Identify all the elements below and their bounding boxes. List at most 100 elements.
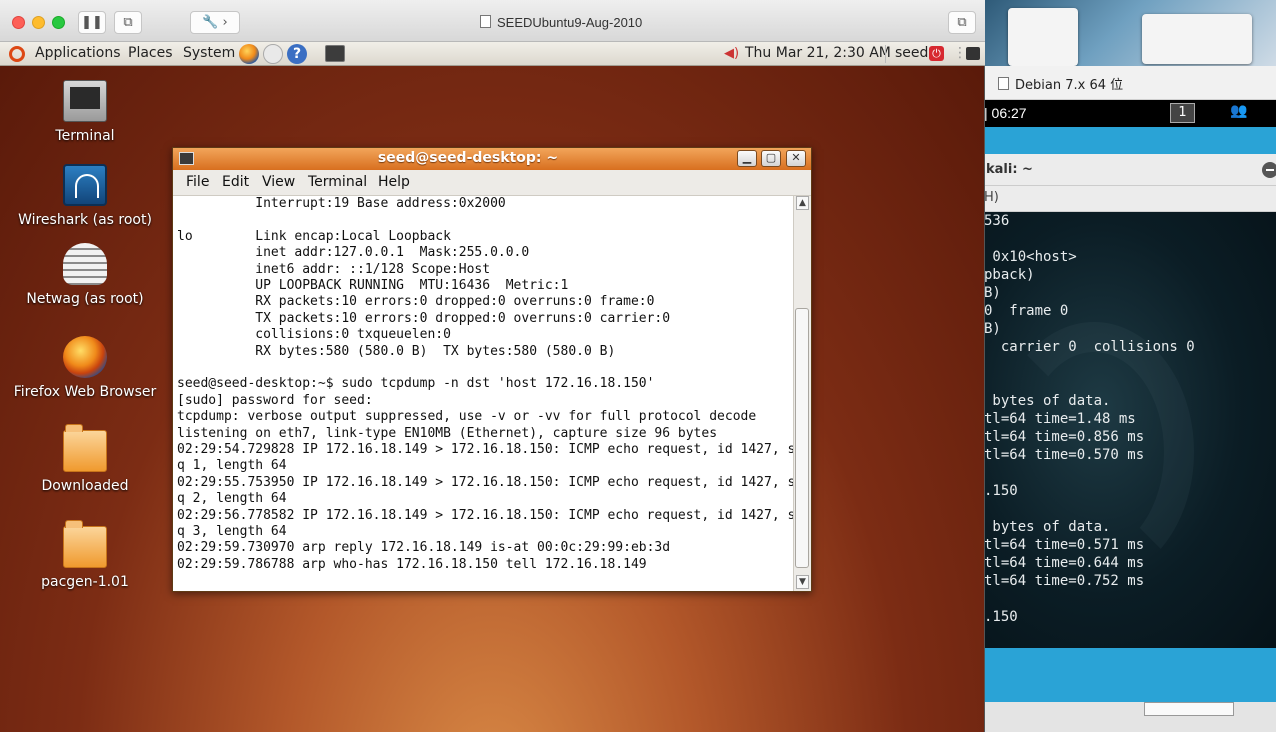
firefox-icon[interactable] [239,44,259,64]
view-menu[interactable]: View [262,174,295,190]
desktop-icon-label: pacgen-1.01 [41,574,129,590]
desktop-icon-label: Wireshark (as root) [18,212,152,228]
kali-top-panel: | 06:27 1 👥 [984,100,1276,127]
terminal-line: UP LOOPBACK RUNNING MTU:16436 Metric:1 [177,278,569,293]
kali-terminal-line: .150 [984,483,1018,499]
volume-icon[interactable]: ◀) [724,46,739,61]
scroll-down-icon[interactable]: ▼ [796,575,809,589]
clock[interactable]: Thu Mar 21, 2:30 AM [745,45,891,61]
terminal-line: RX bytes:580 (580.0 B) TX bytes:580 (580… [177,343,616,359]
terminal-window[interactable]: seed@seed-desktop: ~ ▁ ▢ ✕ File Edit Vie… [172,147,812,592]
mail-icon[interactable] [263,44,283,64]
kali-terminal-line: tl=64 time=0.570 ms [984,447,1145,463]
kali-desktop-bottom [984,648,1276,702]
kali-desktop-strip [984,127,1276,154]
system-menu[interactable]: System [183,45,235,61]
kali-terminal-output[interactable]: 536 0x10<host> pback) B) 0 frame 0 B) carrie… [984,212,1276,648]
gnome-top-panel: Applications Places System ? ◀) Thu Mar … [0,42,985,66]
applications-menu[interactable]: Applications [35,45,121,61]
terminal-line: 02:29:59.730970 arp reply 172.16.18.149 … [177,540,671,556]
network-icon[interactable] [966,47,980,60]
settings-icon[interactable]: 🔧 › [190,11,240,34]
debian-statusbar [984,702,1276,732]
kali-terminal-line: tl=64 time=0.752 ms [984,573,1145,589]
terminal-icon[interactable] [325,45,345,62]
kali-terminal-line: 0 frame 0 [984,303,1069,319]
help-menu[interactable]: Help [378,174,410,190]
terminal-line: inet addr:127.0.0.1 Mask:255.0.0.0 [177,245,530,261]
scroll-up-icon[interactable]: ▲ [796,196,809,210]
terminal-line: q 2, length 64 [177,491,287,507]
zoom-window-button[interactable] [52,16,65,29]
terminal-output[interactable]: Interrupt:19 Base address:0x2000 lo Link … [173,196,793,591]
maximize-icon[interactable]: ▢ [761,150,781,167]
desktop-icon-firefox[interactable]: Firefox Web Browser [0,336,170,400]
terminal-line: RX packets:10 errors:0 dropped:0 overrun… [177,294,655,310]
kali-terminal-line: B) [984,321,1001,337]
restore-icon[interactable]: ⧉ [948,11,976,34]
seedubuntu-vm-window: ❚❚ ⧉ 🔧 › SEEDUbuntu9-Aug-2010 ⧉ Applicat… [0,0,985,732]
scrollbar-thumb[interactable] [795,308,809,568]
status-item [1144,702,1234,716]
vm-title: SEEDUbuntu9-Aug-2010 [480,15,642,30]
file-menu[interactable]: File [186,174,209,190]
kali-terminal-line: carrier 0 collisions 0 [984,339,1195,355]
pause-icon[interactable]: ❚❚ [78,11,106,34]
desktop-icon-wireshark[interactable]: Wireshark (as root) [0,164,170,228]
ubuntu-logo-icon[interactable] [9,46,25,62]
kali-terminal-line: pback) [984,267,1035,283]
terminal-line: Interrupt:19 Base address:0x2000 [177,196,506,211]
terminal-line: 02:29:56.778582 IP 172.16.18.149 > 172.1… [177,507,793,523]
places-menu[interactable]: Places [128,45,173,61]
folder-icon [63,424,107,472]
terminal-line: 02:29:55.753950 IP 172.16.18.149 > 172.1… [177,474,793,490]
terminal-menubar: File Edit View Terminal Help [173,170,811,196]
desktop-icon-label: Downloaded [41,478,129,494]
terminal-scrollbar[interactable]: ▲ ▼ [793,196,811,591]
power-icon[interactable]: ⏻ [929,46,944,61]
kali-terminal-line: B) [984,285,1001,301]
snapshot-icon[interactable]: ⧉ [114,11,142,34]
terminal-line: 02:29:59.786788 arp who-has 172.16.18.15… [177,556,647,572]
terminal-line: lo Link encap:Local Loopback [177,228,451,244]
wireshark-icon [63,164,107,206]
kali-terminal-line: tl=64 time=0.856 ms [984,429,1145,445]
terminal-line: tcpdump: verbose output suppressed, use … [177,409,757,425]
terminal-line: [sudo] password for seed: [177,392,373,408]
users-icon[interactable]: 👥 [1230,103,1247,119]
terminal-menu[interactable]: Terminal [308,174,367,190]
netwag-icon [63,243,107,285]
close-window-button[interactable] [12,16,25,29]
desktop-icon-netwag[interactable]: Netwag (as root) [0,243,170,307]
kali-terminal-line: 0x10<host> [984,249,1077,265]
desktop-icon-downloaded[interactable]: Downloaded [0,424,170,494]
kali-help-menu-fragment[interactable]: H) [984,190,999,205]
kali-terminal-menubar[interactable]: H) [984,186,1276,212]
kali-terminal-line: bytes of data. [984,519,1111,535]
desktop-icon-terminal[interactable]: Terminal [0,80,170,144]
desktop-icon-pacgen[interactable]: pacgen-1.01 [0,520,170,590]
edit-menu[interactable]: Edit [222,174,249,190]
debian-tab-bar[interactable]: Debian 7.x 64 位 [984,66,1276,100]
terminal-line: collisions:0 txqueuelen:0 [177,327,451,343]
zip-file-icon [1008,8,1078,66]
kali-terminal-line: tl=64 time=0.571 ms [984,537,1145,553]
kali-terminal-title: kali: ~ [986,162,1033,177]
close-icon[interactable]: ✕ [786,150,806,167]
user-switcher[interactable]: seed [895,45,928,61]
minimize-icon[interactable] [1262,162,1276,178]
workspace-indicator[interactable]: 1 [1170,103,1195,123]
kali-terminal-titlebar[interactable]: kali: ~ [984,154,1276,186]
help-icon[interactable]: ? [287,44,307,64]
terminal-line: 02:29:54.729828 IP 172.16.18.149 > 172.1… [177,442,793,457]
kali-terminal-line: bytes of data. [984,393,1111,409]
terminal-line: q 1, length 64 [177,458,287,474]
debian-window-title: Debian 7.x 64 位 [998,74,1123,93]
disk-image-icon [1142,14,1252,64]
kali-clock: | 06:27 [984,105,1027,121]
minimize-icon[interactable]: ▁ [737,150,757,167]
terminal-titlebar[interactable]: seed@seed-desktop: ~ ▁ ▢ ✕ [173,148,811,170]
minimize-window-button[interactable] [32,16,45,29]
terminal-title: seed@seed-desktop: ~ [377,150,559,166]
host-titlebar[interactable]: ❚❚ ⧉ 🔧 › SEEDUbuntu9-Aug-2010 ⧉ [0,0,985,42]
